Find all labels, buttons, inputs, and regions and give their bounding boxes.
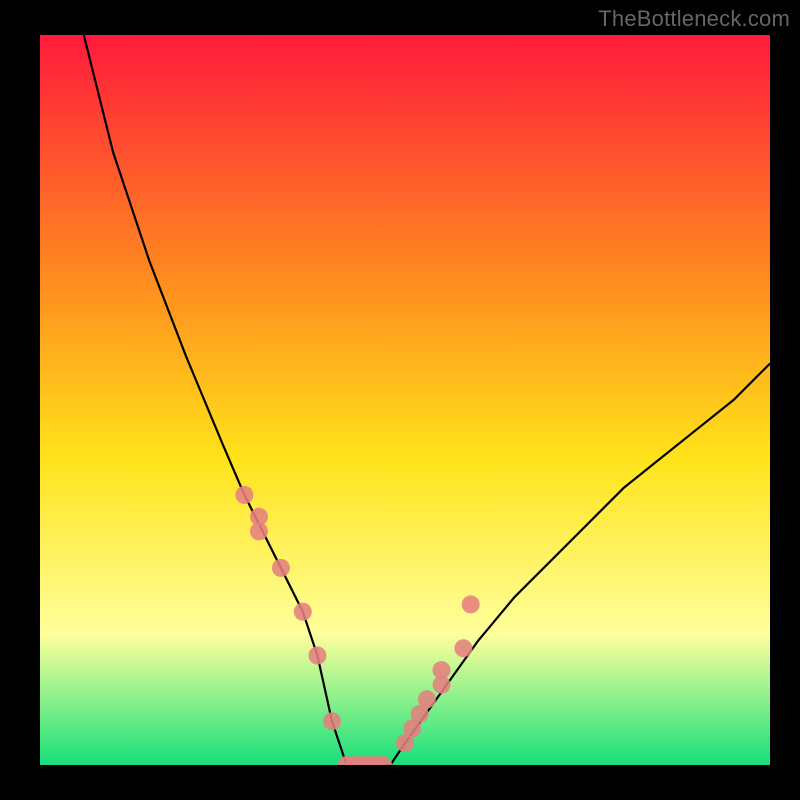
data-point	[433, 661, 451, 679]
data-point	[294, 603, 312, 621]
bottleneck-chart	[0, 0, 800, 800]
watermark-text: TheBottleneck.com	[598, 6, 790, 32]
data-point	[454, 639, 472, 657]
data-point	[323, 712, 341, 730]
plot-background	[40, 35, 770, 765]
data-point	[250, 522, 268, 540]
chart-frame: TheBottleneck.com	[0, 0, 800, 800]
data-point	[308, 647, 326, 665]
data-point	[462, 595, 480, 613]
data-point	[272, 559, 290, 577]
data-point	[418, 690, 436, 708]
data-point	[235, 486, 253, 504]
